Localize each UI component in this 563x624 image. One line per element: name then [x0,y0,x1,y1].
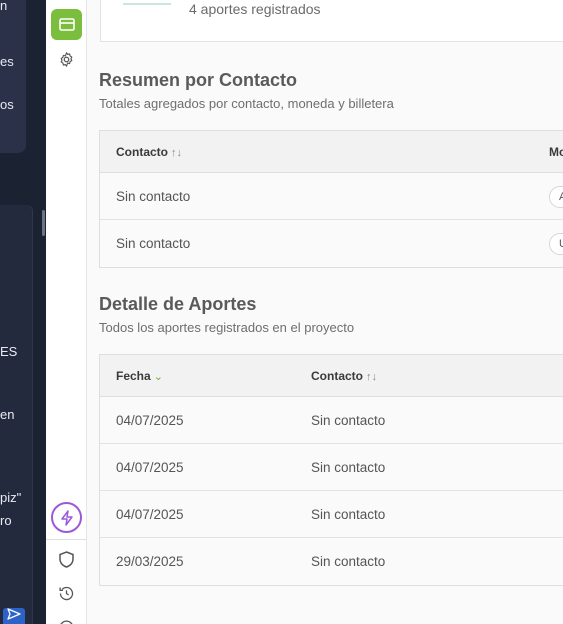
table-row: Sin contacto U [100,220,563,267]
icon-rail [46,0,87,624]
detalle-subtitle: Todos los aportes registrados en el proy… [99,320,355,335]
fecha-cell: 04/07/2025 [116,413,184,428]
currency-badge: A [549,186,563,208]
main-content: 4 aportes registrados Resumen por Contac… [87,0,563,624]
contacto-cell: Sin contacto [116,189,191,204]
aportes-count: 4 aportes registrados [189,1,321,17]
table-row: 04/07/2025 Sin contacto [100,491,563,538]
table-header: Fecha ⌄ Contacto ↑↓ [100,355,563,397]
gear-icon[interactable] [51,44,82,75]
sort-icon[interactable]: ↑↓ [366,371,377,383]
column-header-fecha[interactable]: Fecha ⌄ [116,369,163,383]
table-header: Contacto ↑↓ Mo [100,131,563,173]
resumen-title: Resumen por Contacto [99,70,298,90]
table-row: 04/07/2025 Sin contacto [100,397,563,444]
chat-text-fragment: ro [0,513,12,528]
fecha-cell: 04/07/2025 [116,507,184,522]
sort-icon[interactable]: ↑↓ [171,147,182,159]
table-row: Sin contacto A [100,173,563,220]
card-icon[interactable] [51,9,82,40]
chat-text-fragment: os [0,97,14,112]
shield-icon[interactable] [51,544,82,575]
chat-top-card [0,0,26,153]
fecha-cell: 29/03/2025 [116,554,184,569]
resize-handle[interactable] [42,210,45,236]
column-header-contacto[interactable]: Contacto ↑↓ [116,145,182,159]
table-row: 29/03/2025 Sin contacto [100,538,563,585]
contacto-cell: Sin contacto [311,413,386,428]
chat-text-fragment: piz" [0,490,22,505]
send-icon[interactable] [3,608,25,624]
chat-text-fragment: n [0,0,8,13]
fecha-cell: 04/07/2025 [116,460,184,475]
chat-text-fragment: es [0,54,14,69]
resumen-subtitle: Totales agregados por contacto, moneda y… [99,96,394,111]
contacto-cell: Sin contacto [311,460,386,475]
chat-panel: n es os ES en piz" ro [0,0,46,624]
contacto-cell: Sin contacto [311,554,386,569]
detalle-table: Fecha ⌄ Contacto ↑↓ 04/07/2025 Sin contact… [99,354,563,586]
resumen-table: Contacto ↑↓ Mo Sin contacto A Sin contact… [99,130,563,268]
column-header-moneda[interactable]: Mo [549,145,563,159]
history-icon[interactable] [51,578,82,609]
detalle-title: Detalle de Aportes [99,294,257,314]
rail-divider [46,539,86,540]
chat-text-fragment: ES [0,344,18,359]
currency-badge: U [549,233,563,255]
contacto-cell: Sin contacto [116,236,191,251]
table-row: 04/07/2025 Sin contacto [100,444,563,491]
summary-card: 4 aportes registrados [100,0,563,42]
help-icon[interactable] [51,612,82,624]
contacto-cell: Sin contacto [311,507,386,522]
column-header-contacto[interactable]: Contacto ↑↓ [311,369,377,383]
chat-text-fragment: en [0,407,15,422]
sort-desc-icon[interactable]: ⌄ [154,371,163,383]
bolt-icon[interactable] [51,502,82,533]
card-accent [123,0,171,5]
